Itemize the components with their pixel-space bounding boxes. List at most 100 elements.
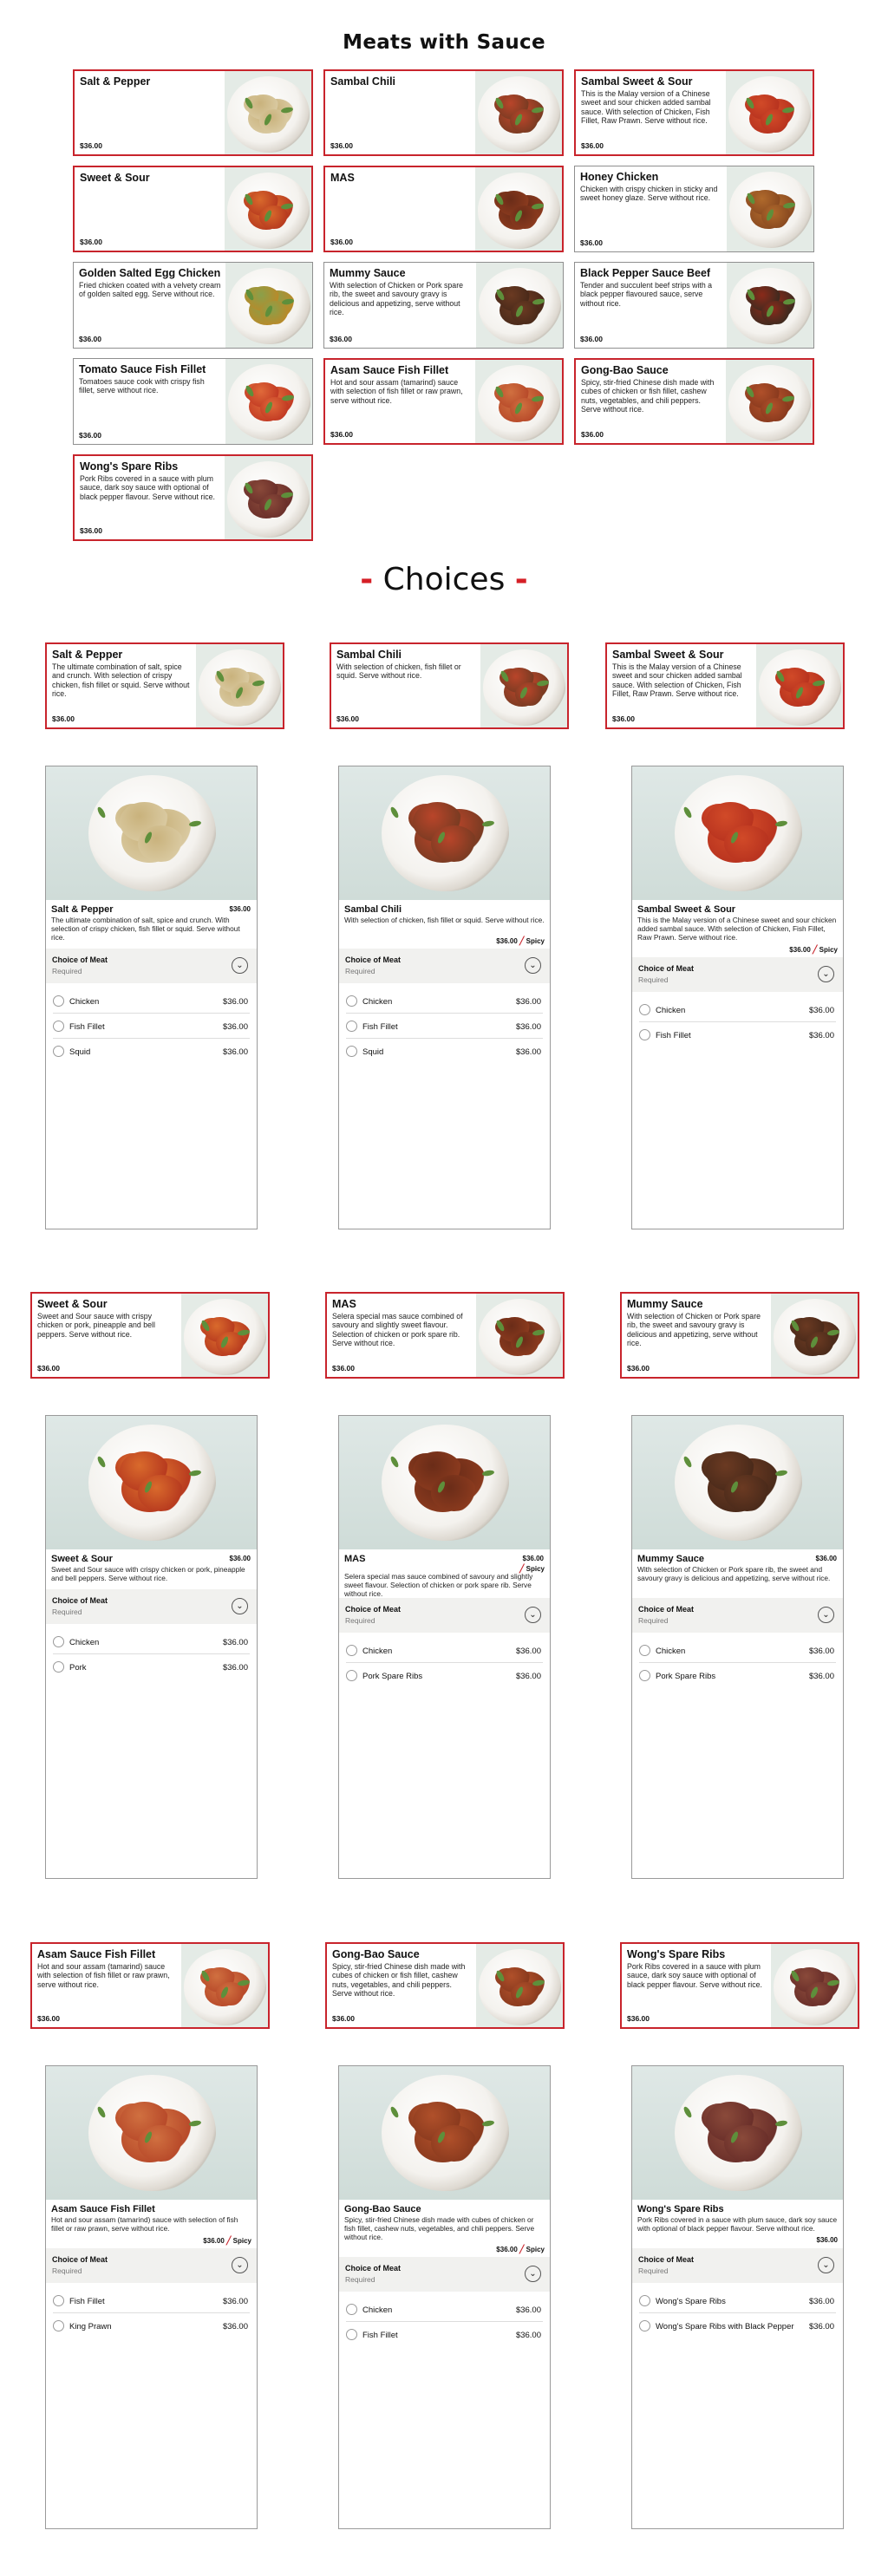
choice-of-meat-header[interactable]: Choice of Meat Required ⌄: [46, 949, 257, 983]
radio-icon[interactable]: [346, 2329, 357, 2340]
item-detail-panel: Mummy Sauce $36.00 With selection of Chick…: [631, 1415, 844, 1879]
option-row[interactable]: Chicken $36.00: [639, 1640, 836, 1663]
option-row[interactable]: Fish Fillet $36.00: [53, 1015, 250, 1039]
choice-of-meat-header[interactable]: Choice of Meat Required ⌄: [632, 957, 843, 992]
chevron-down-icon[interactable]: ⌄: [525, 1607, 541, 1623]
chevron-down-icon[interactable]: ⌄: [232, 1598, 248, 1614]
item-detail-panel: MAS $36.00 ╱ Spicy Selera special mas sauce…: [338, 1415, 551, 1879]
option-price: $36.00: [515, 997, 541, 1007]
dish-image: [726, 360, 813, 443]
dish-photo: [339, 766, 550, 900]
radio-icon[interactable]: [639, 1645, 650, 1656]
menu-card[interactable]: Mummy Sauce With selection of Chicken or …: [323, 262, 564, 349]
radio-icon[interactable]: [53, 1661, 64, 1673]
menu-card[interactable]: Black Pepper Sauce Beef Tender and succul…: [574, 262, 814, 349]
item-detail-panel: Asam Sauce Fish Fillet Hot and sour assam…: [45, 2065, 258, 2529]
radio-icon[interactable]: [346, 1046, 357, 1057]
radio-icon[interactable]: [53, 1021, 64, 1032]
option-row[interactable]: Squid $36.00: [53, 1040, 250, 1064]
option-name: Wong's Spare Ribs with Black Pepper: [656, 2322, 794, 2331]
choice-of-meat-header[interactable]: Choice of Meat Required ⌄: [632, 2248, 843, 2283]
option-row[interactable]: Pork Spare Ribs $36.00: [346, 1665, 543, 1688]
radio-icon[interactable]: [639, 1670, 650, 1681]
option-row[interactable]: Pork Spare Ribs $36.00: [639, 1665, 836, 1688]
choice-preview-card[interactable]: Asam Sauce Fish Fillet Hot and sour assam…: [30, 1942, 270, 2029]
radio-icon[interactable]: [53, 1046, 64, 1057]
chevron-down-icon[interactable]: ⌄: [232, 2257, 248, 2273]
radio-icon[interactable]: [639, 2295, 650, 2306]
option-row[interactable]: Chicken $36.00: [346, 990, 543, 1014]
dish-image: [727, 166, 813, 251]
option-row[interactable]: Fish Fillet $36.00: [346, 1015, 543, 1039]
menu-card[interactable]: Golden Salted Egg Chicken Fried chicken c…: [73, 262, 313, 349]
choice-preview-card[interactable]: Sweet & Sour Sweet and Sour sauce with cr…: [30, 1292, 270, 1379]
radio-icon[interactable]: [53, 1636, 64, 1647]
option-row[interactable]: King Prawn $36.00: [53, 2315, 250, 2338]
option-row[interactable]: Pork $36.00: [53, 1656, 250, 1679]
radio-icon[interactable]: [346, 1645, 357, 1656]
preview-card-desc: With selection of Chicken or Pork spare …: [627, 1312, 761, 1348]
option-row[interactable]: Fish Fillet $36.00: [346, 2324, 543, 2347]
choice-of-meat-header[interactable]: Choice of Meat Required ⌄: [632, 1598, 843, 1633]
radio-icon[interactable]: [639, 1029, 650, 1040]
dish-image: [225, 167, 311, 251]
choice-preview-card[interactable]: Sambal Chili With selection of chicken, f…: [330, 642, 569, 729]
choice-preview-card[interactable]: Wong's Spare Ribs Pork Ribs covered in a …: [620, 1942, 859, 2029]
option-row[interactable]: Chicken $36.00: [53, 1631, 250, 1654]
menu-card[interactable]: Honey Chicken Chicken with crispy chicken…: [574, 166, 814, 252]
option-row[interactable]: Fish Fillet $36.00: [639, 1024, 836, 1047]
preview-card-title: Wong's Spare Ribs: [627, 1948, 726, 1960]
choice-of-meat-header[interactable]: Choice of Meat Required ⌄: [46, 2248, 257, 2283]
choice-preview-card[interactable]: Gong-Bao Sauce Spicy, stir-fried Chinese …: [325, 1942, 565, 2029]
radio-icon[interactable]: [346, 995, 357, 1007]
menu-card[interactable]: MAS $36.00: [323, 166, 564, 252]
menu-card[interactable]: Wong's Spare Ribs Pork Ribs covered in a …: [73, 454, 313, 541]
choice-preview-card[interactable]: Salt & Pepper The ultimate combination of…: [45, 642, 284, 729]
radio-icon[interactable]: [53, 2320, 64, 2331]
menu-card[interactable]: Salt & Pepper $36.00: [73, 69, 313, 156]
radio-icon[interactable]: [53, 995, 64, 1007]
chevron-down-icon[interactable]: ⌄: [818, 2257, 834, 2273]
chevron-down-icon[interactable]: ⌄: [818, 1607, 834, 1623]
choice-preview-card[interactable]: Mummy Sauce With selection of Chicken or …: [620, 1292, 859, 1379]
spicy-label: Spicy: [526, 2246, 545, 2253]
option-row[interactable]: Chicken $36.00: [639, 999, 836, 1022]
choice-preview-card[interactable]: Sambal Sweet & Sour This is the Malay ver…: [605, 642, 845, 729]
price-row: $36.00: [817, 2236, 838, 2244]
preview-card-title: Salt & Pepper: [52, 649, 123, 661]
menu-card[interactable]: Sambal Chili $36.00: [323, 69, 564, 156]
choice-of-meat-header[interactable]: Choice of Meat Required ⌄: [339, 949, 550, 983]
radio-icon[interactable]: [639, 2320, 650, 2331]
menu-card[interactable]: Tomato Sauce Fish Fillet Tomatoes sauce c…: [73, 358, 313, 445]
menu-card[interactable]: Sambal Sweet & Sour This is the Malay ver…: [574, 69, 814, 156]
option-row[interactable]: Chicken $36.00: [346, 1640, 543, 1663]
item-title: Sweet & Sour: [51, 1554, 113, 1564]
choice-of-meat-header[interactable]: Choice of Meat Required ⌄: [339, 1598, 550, 1633]
radio-icon[interactable]: [346, 1021, 357, 1032]
chevron-down-icon[interactable]: ⌄: [232, 957, 248, 974]
chevron-down-icon[interactable]: ⌄: [525, 957, 541, 974]
dish-image: [196, 644, 283, 727]
choice-of-meat-header[interactable]: Choice of Meat Required ⌄: [339, 2257, 550, 2292]
preview-card-price: $36.00: [332, 1364, 355, 1373]
menu-card-price: $36.00: [80, 238, 102, 246]
radio-icon[interactable]: [346, 2304, 357, 2315]
choice-of-meat-header[interactable]: Choice of Meat Required ⌄: [46, 1589, 257, 1624]
option-row[interactable]: Chicken $36.00: [346, 2299, 543, 2322]
chevron-down-icon[interactable]: ⌄: [818, 966, 834, 982]
option-row[interactable]: Squid $36.00: [346, 1040, 543, 1064]
option-row[interactable]: Wong's Spare Ribs $36.00: [639, 2290, 836, 2313]
choice-preview-card[interactable]: MAS Selera special mas sauce combined of …: [325, 1292, 565, 1379]
menu-card[interactable]: Gong-Bao Sauce Spicy, stir-fried Chinese …: [574, 358, 814, 445]
menu-card[interactable]: Asam Sauce Fish Fillet Hot and sour assam…: [323, 358, 564, 445]
option-row[interactable]: Fish Fillet $36.00: [53, 2290, 250, 2313]
option-row[interactable]: Chicken $36.00: [53, 990, 250, 1014]
radio-icon[interactable]: [346, 1670, 357, 1681]
chevron-down-icon[interactable]: ⌄: [525, 2266, 541, 2282]
chili-icon: ╱: [519, 936, 525, 945]
option-row[interactable]: Wong's Spare Ribs with Black Pepper $36.0…: [639, 2315, 836, 2338]
menu-card[interactable]: Sweet & Sour $36.00: [73, 166, 313, 252]
radio-icon[interactable]: [639, 1004, 650, 1015]
item-detail-panel: Sambal Chili With selection of chicken, f…: [338, 766, 551, 1229]
radio-icon[interactable]: [53, 2295, 64, 2306]
